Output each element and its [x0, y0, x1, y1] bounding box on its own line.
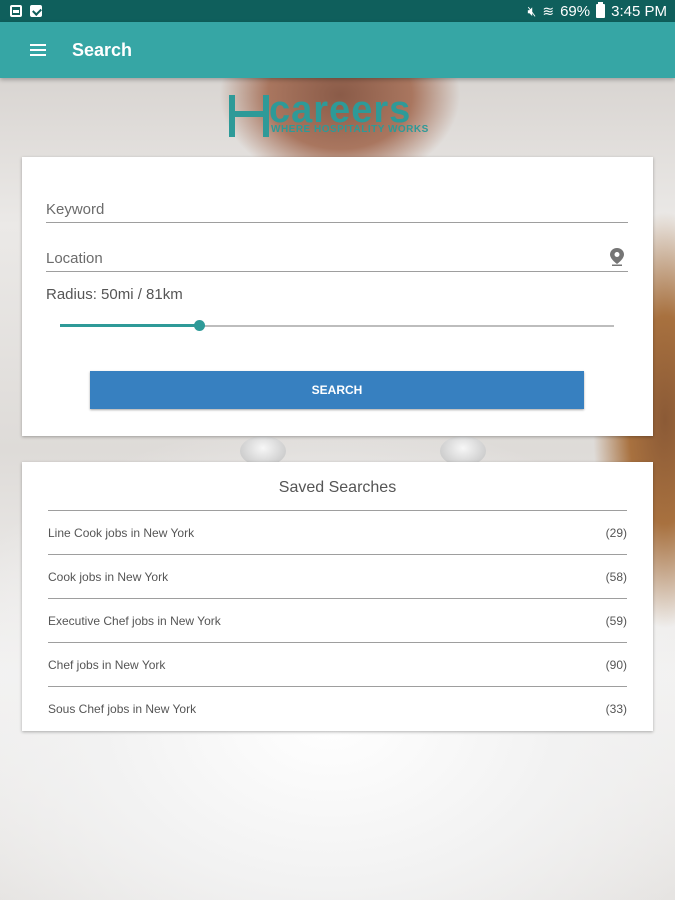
saved-search-label: Sous Chef jobs in New York: [48, 701, 197, 716]
battery-icon: [596, 2, 606, 18]
saved-search-count: (29): [605, 525, 627, 540]
location-pin-icon[interactable]: [610, 248, 624, 266]
saved-search-count: (33): [605, 701, 627, 716]
slider-fill: [60, 324, 199, 327]
saved-search-item[interactable]: Line Cook jobs in New York (29): [48, 510, 627, 554]
mail-notification-icon: [30, 5, 42, 17]
hamburger-menu-icon[interactable]: [28, 38, 52, 62]
app-bar: Search: [0, 22, 675, 78]
saved-search-label: Chef jobs in New York: [48, 657, 166, 672]
saved-search-label: Cook jobs in New York: [48, 569, 169, 584]
wifi-icon: ≋: [542, 3, 555, 19]
radius-label: Radius: 50mi / 81km: [46, 286, 183, 303]
keyword-field-container: [46, 197, 628, 223]
keyword-input[interactable]: [46, 197, 628, 221]
logo-h-mark: [229, 95, 269, 137]
saved-searches-list: Line Cook jobs in New York (29) Cook job…: [48, 510, 627, 730]
location-field-container: [46, 246, 628, 272]
saved-search-label: Executive Chef jobs in New York: [48, 613, 221, 628]
page-title: Search: [72, 39, 133, 60]
saved-search-item[interactable]: Sous Chef jobs in New York (33): [48, 686, 627, 730]
saved-searches-title: Saved Searches: [278, 479, 397, 496]
location-input[interactable]: [46, 246, 628, 270]
mute-icon: 🔇︎: [527, 3, 537, 19]
radius-slider[interactable]: [60, 320, 614, 332]
saved-search-label: Line Cook jobs in New York: [48, 525, 195, 540]
gallery-notification-icon: [10, 5, 22, 17]
search-button[interactable]: SEARCH: [90, 371, 584, 409]
saved-search-item[interactable]: Chef jobs in New York (90): [48, 642, 627, 686]
saved-search-count: (59): [605, 613, 627, 628]
battery-percent: 69%: [560, 2, 591, 20]
clock: 3:45 PM: [611, 2, 667, 20]
saved-searches-card: Saved Searches Line Cook jobs in New Yor…: [22, 462, 653, 731]
saved-search-item[interactable]: Executive Chef jobs in New York (59): [48, 598, 627, 642]
saved-search-count: (90): [605, 657, 627, 672]
saved-search-item[interactable]: Cook jobs in New York (58): [48, 554, 627, 598]
saved-search-count: (58): [605, 569, 627, 584]
logo-tagline: WHERE HOSPITALITY WORKS: [271, 124, 429, 135]
hcareers-logo: careers WHERE HOSPITALITY WORKS: [229, 89, 449, 141]
slider-thumb[interactable]: [193, 320, 205, 331]
search-card: Radius: 50mi / 81km SEARCH: [22, 157, 653, 436]
status-bar: 🔇︎ ≋ 69% 3:45 PM: [0, 0, 675, 22]
